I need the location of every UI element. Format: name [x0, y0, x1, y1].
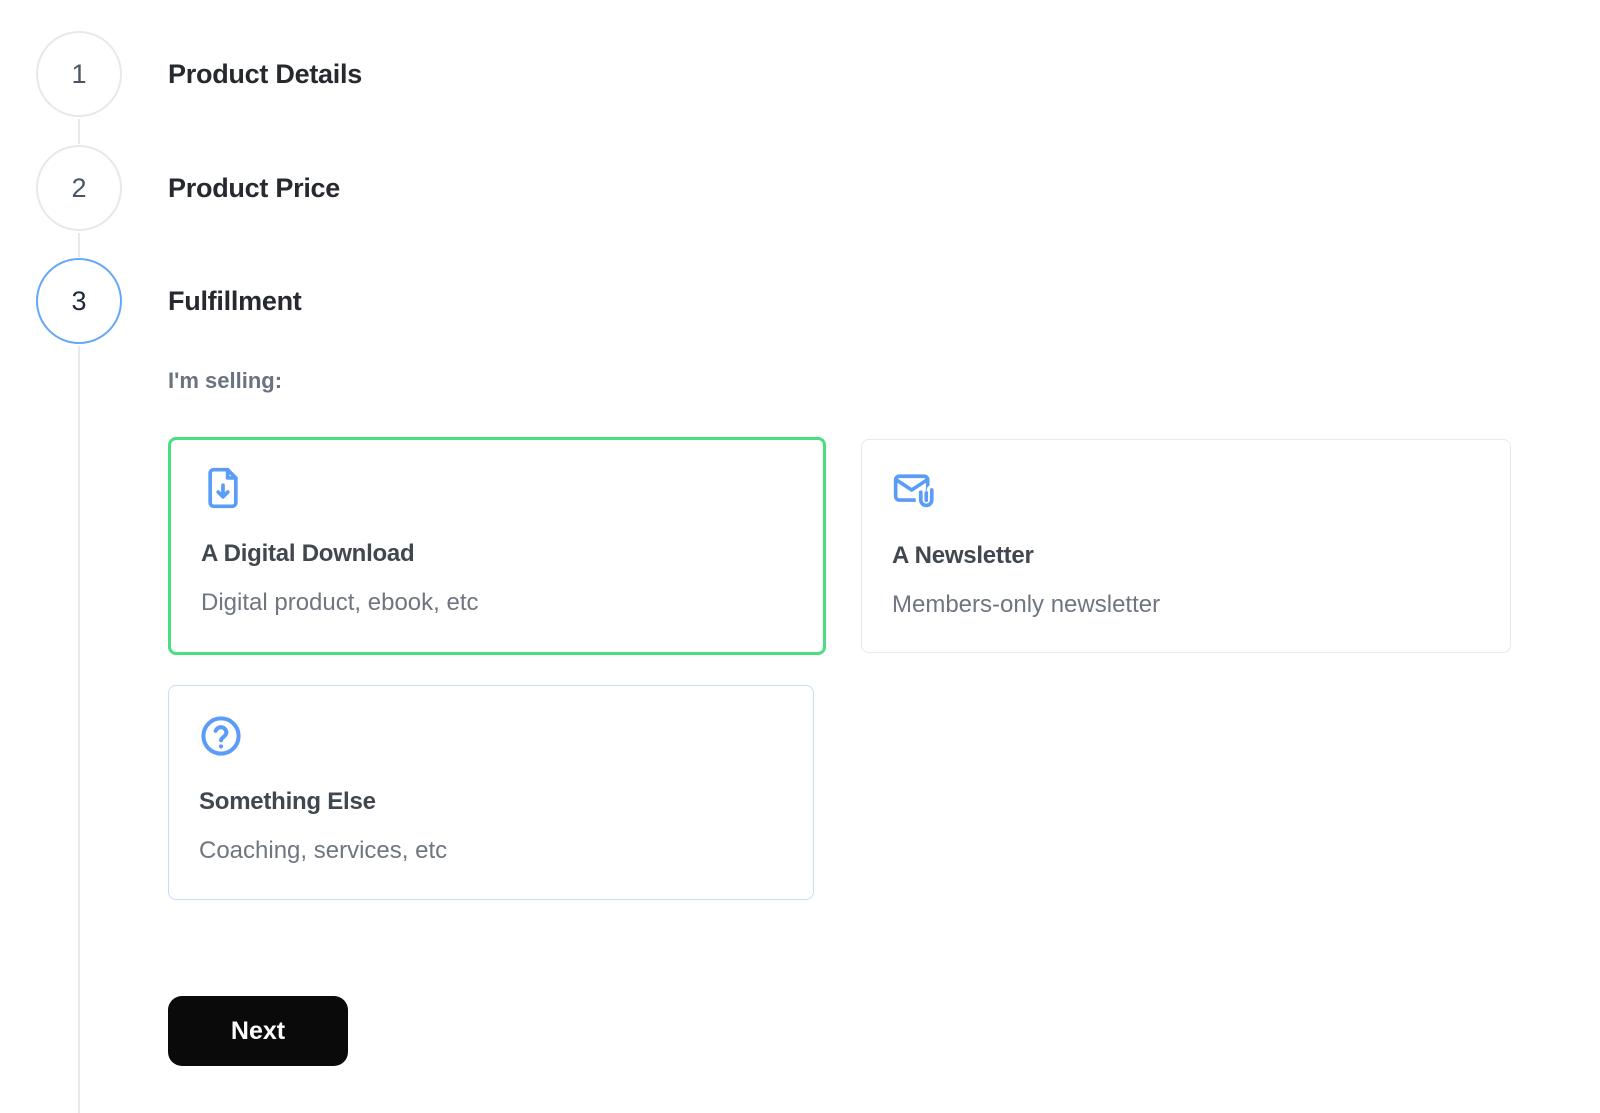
step-number: 3 [71, 285, 87, 316]
option-description: Members-only newsletter [892, 591, 1161, 618]
stepper-connector-line [78, 119, 80, 144]
step-circle-2[interactable]: 2 [36, 145, 122, 231]
step-number: 1 [71, 58, 87, 89]
mail-attachment-icon [893, 474, 936, 511]
option-card-digital-download[interactable]: A Digital Download Digital product, eboo… [168, 437, 826, 655]
file-download-icon [208, 467, 238, 509]
option-title: A Newsletter [892, 542, 1034, 569]
step-number: 2 [71, 172, 87, 203]
product-wizard-page: 1 Product Details 2 Product Price 3 Fulf… [0, 0, 1600, 1113]
next-button[interactable]: Next [168, 996, 348, 1066]
option-card-something-else[interactable]: Something Else Coaching, services, etc [168, 685, 814, 900]
step-label: Product Price [168, 172, 341, 203]
option-title: Something Else [199, 788, 376, 815]
step-label: Fulfillment [168, 285, 302, 316]
help-circle-icon [201, 716, 241, 756]
step-circle-1[interactable]: 1 [36, 31, 122, 117]
option-card-newsletter[interactable]: A Newsletter Members-only newsletter [861, 439, 1511, 653]
step-item-product-price[interactable]: Product Price [168, 145, 340, 231]
step-circle-3-active[interactable]: 3 [36, 258, 122, 344]
option-description: Digital product, ebook, etc [201, 589, 479, 616]
option-description: Coaching, services, etc [199, 837, 448, 864]
selling-prompt-label: I'm selling: [168, 368, 283, 393]
step-item-fulfillment[interactable]: Fulfillment [168, 258, 302, 344]
stepper-connector-line [78, 346, 80, 1113]
stepper-connector-line [78, 233, 80, 257]
option-title: A Digital Download [201, 540, 415, 567]
step-item-product-details[interactable]: Product Details [168, 31, 362, 117]
step-label: Product Details [168, 58, 362, 89]
